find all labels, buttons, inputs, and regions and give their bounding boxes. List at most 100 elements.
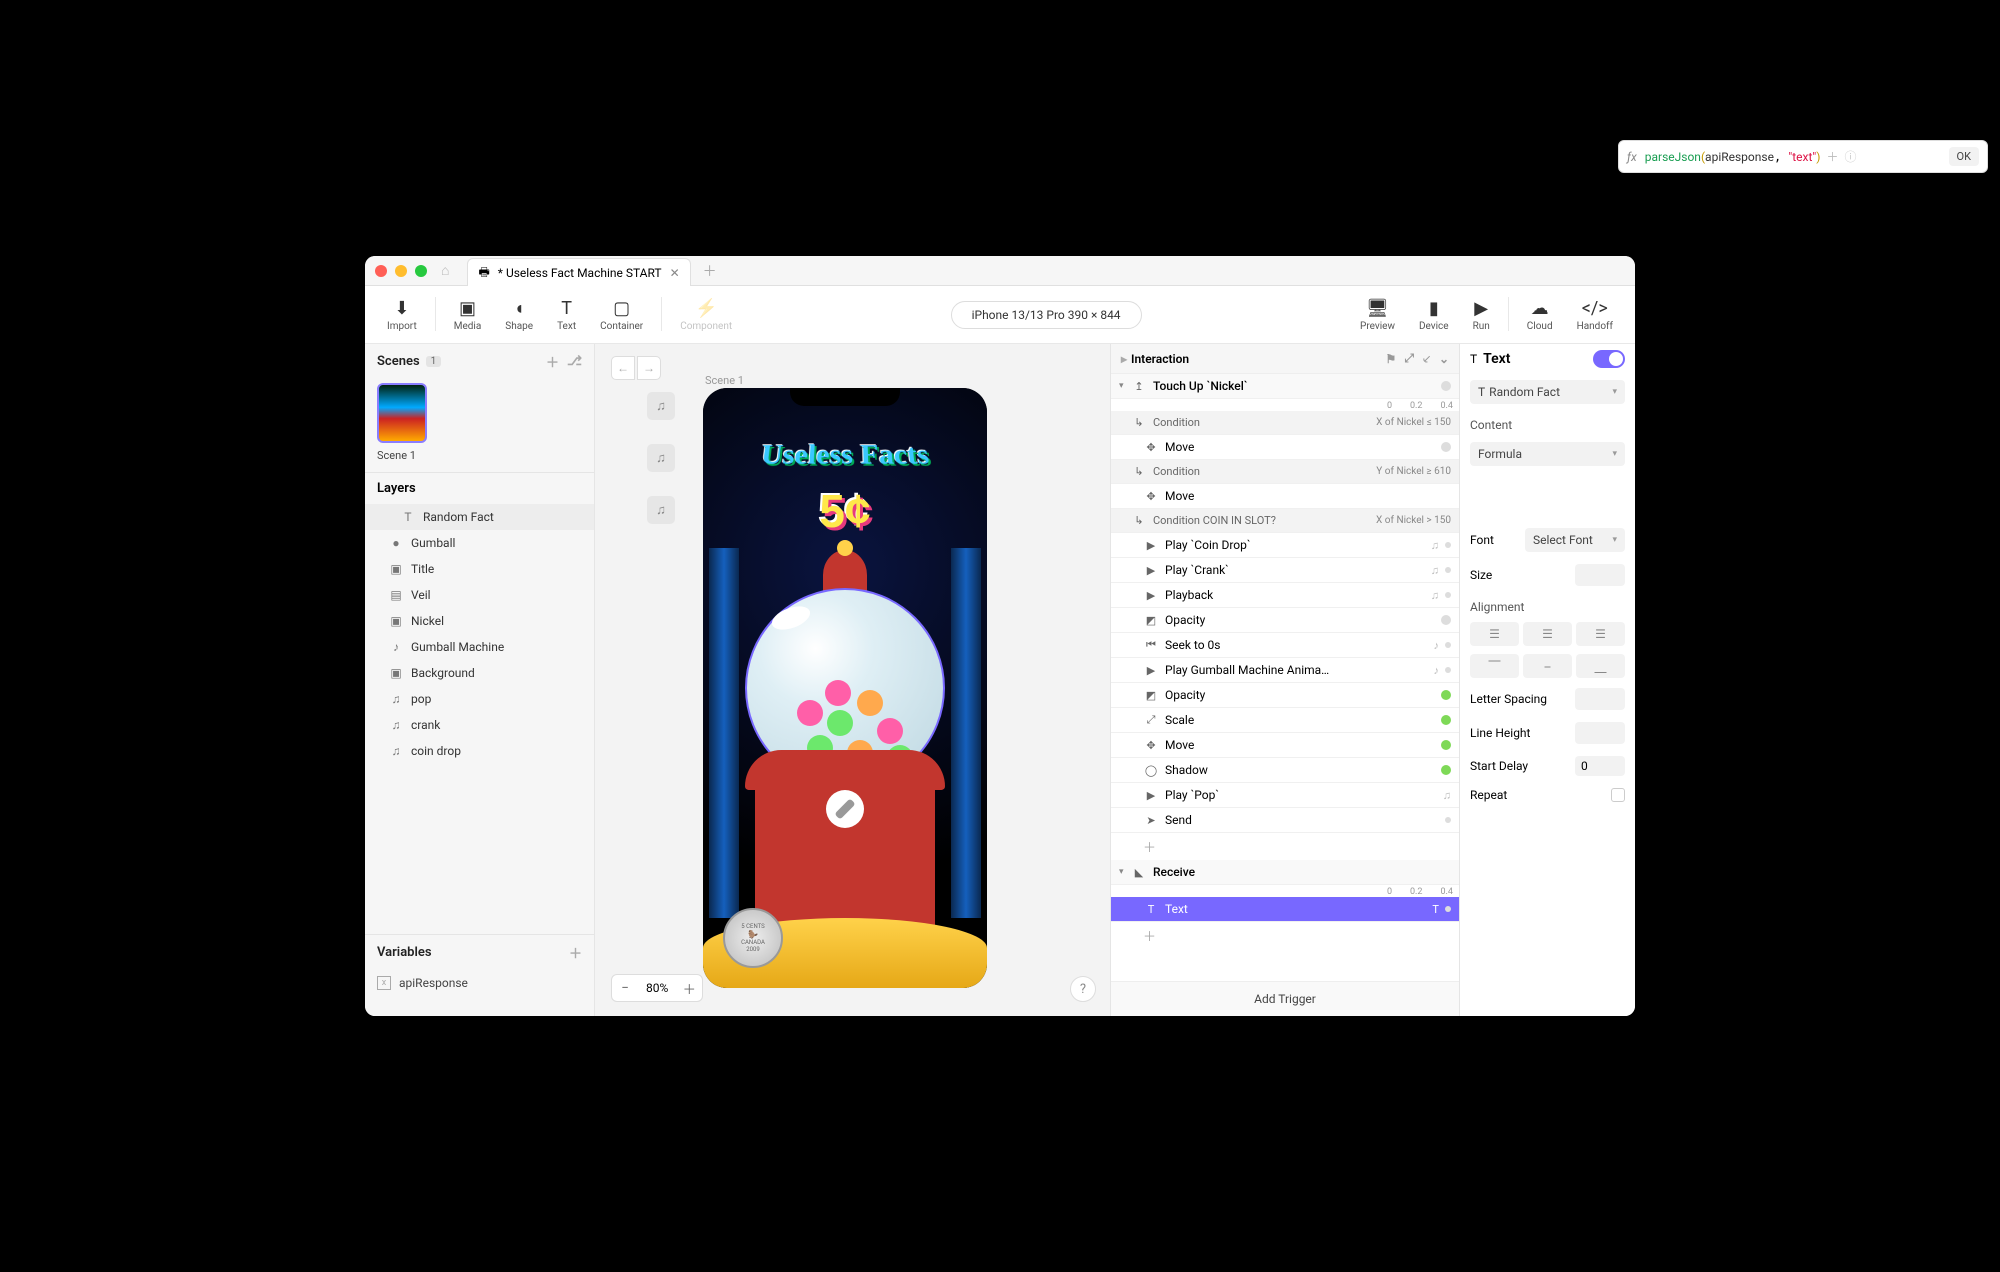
- trigger-header[interactable]: ▾◣Receive: [1111, 860, 1459, 885]
- action-row[interactable]: ◩Opacity: [1111, 608, 1459, 633]
- zoom-window-button[interactable]: [415, 265, 427, 277]
- size-label: Size: [1470, 568, 1492, 582]
- zoom-in-button[interactable]: ＋: [676, 975, 702, 1001]
- font-dropdown[interactable]: Select Font ▾: [1525, 528, 1625, 552]
- condition-row[interactable]: ↳ConditionX of Nickel ≤ 150: [1111, 411, 1459, 435]
- close-tab-icon[interactable]: ✕: [670, 266, 680, 280]
- action-row[interactable]: ⏮Seek to 0s♪: [1111, 633, 1459, 658]
- timeline-dot: [1445, 542, 1451, 548]
- expand-icon[interactable]: ⤢: [1404, 351, 1414, 366]
- action-row[interactable]: ▶Play `Pop`♫: [1111, 783, 1459, 808]
- size-input[interactable]: [1575, 564, 1625, 586]
- nav-back-button[interactable]: ←: [611, 356, 635, 380]
- action-row[interactable]: ➤Send: [1111, 808, 1459, 833]
- add-action-button[interactable]: ＋: [1111, 833, 1459, 860]
- media-button[interactable]: ▣Media: [442, 297, 494, 332]
- action-row[interactable]: ▶Play Gumball Machine Anima…♪: [1111, 658, 1459, 683]
- action-row[interactable]: TTextT: [1111, 897, 1459, 922]
- document-tab[interactable]: 🖶 * Useless Fact Machine START ✕: [467, 258, 690, 288]
- valign-bottom-button[interactable]: ⎽: [1576, 654, 1625, 678]
- scene-settings-icon[interactable]: ⎇: [567, 354, 582, 369]
- layer-type-icon: ♫: [389, 718, 403, 732]
- layer-row[interactable]: ▣Background: [365, 660, 594, 686]
- layer-row[interactable]: ♫pop: [365, 686, 594, 712]
- home-icon[interactable]: ⌂: [441, 262, 449, 279]
- add-action-button[interactable]: ＋: [1111, 922, 1459, 949]
- preview-button[interactable]: 🖥Preview: [1348, 297, 1407, 332]
- layer-row[interactable]: ▣Title: [365, 556, 594, 582]
- action-row[interactable]: ✥Move: [1111, 435, 1459, 460]
- action-row[interactable]: ▶Play `Coin Drop`♫: [1111, 533, 1459, 558]
- layer-row[interactable]: ▣Nickel: [365, 608, 594, 634]
- layer-row[interactable]: ♫coin drop: [365, 738, 594, 764]
- align-right-button[interactable]: ☰: [1576, 622, 1625, 646]
- action-row[interactable]: ✥Move: [1111, 733, 1459, 758]
- shape-button[interactable]: ◖Shape: [493, 297, 545, 332]
- close-window-button[interactable]: [375, 265, 387, 277]
- line-height-input[interactable]: [1575, 722, 1625, 744]
- target-dropdown[interactable]: T Random Fact ▾: [1470, 380, 1625, 404]
- chevron-right-icon[interactable]: ▸: [1121, 352, 1127, 366]
- nav-forward-button[interactable]: →: [637, 356, 661, 380]
- layer-row[interactable]: ●Gumball: [365, 530, 594, 556]
- valign-top-button[interactable]: ⎺: [1470, 654, 1519, 678]
- status-dot: [1441, 615, 1451, 625]
- align-center-button[interactable]: ☰: [1523, 622, 1572, 646]
- layer-row[interactable]: ▤Veil: [365, 582, 594, 608]
- add-trigger-button[interactable]: Add Trigger: [1111, 981, 1459, 1016]
- minimize-window-button[interactable]: [395, 265, 407, 277]
- container-button[interactable]: ▢Container: [588, 297, 655, 332]
- nickel-coin[interactable]: 5 CENTS 🦫 CANADA 2009: [723, 908, 783, 968]
- scene-thumbnail[interactable]: [377, 383, 427, 443]
- action-row[interactable]: ✥Move: [1111, 484, 1459, 509]
- help-button[interactable]: ?: [1070, 976, 1096, 1002]
- layer-row[interactable]: ♫crank: [365, 712, 594, 738]
- zoom-out-button[interactable]: −: [612, 975, 638, 1001]
- timeline-dot: [1445, 817, 1451, 823]
- sound-layer-icon[interactable]: ♫: [647, 496, 675, 524]
- valign-middle-button[interactable]: ⎯: [1523, 654, 1572, 678]
- layer-row[interactable]: ♪Gumball Machine: [365, 634, 594, 660]
- layer-type-icon: ▤: [389, 588, 403, 602]
- text-button[interactable]: TText: [545, 297, 588, 332]
- trigger-header[interactable]: ▾↥Touch Up `Nickel`: [1111, 374, 1459, 399]
- enable-toggle[interactable]: [1593, 350, 1625, 368]
- repeat-checkbox[interactable]: [1611, 788, 1625, 802]
- action-row[interactable]: ▶Play `Crank`♫: [1111, 558, 1459, 583]
- start-delay-input[interactable]: 0: [1575, 756, 1625, 776]
- device-button[interactable]: ▮Device: [1407, 297, 1461, 332]
- layer-label: coin drop: [411, 744, 461, 758]
- content-mode-dropdown[interactable]: Formula ▾: [1470, 442, 1625, 466]
- action-icon: ✥: [1143, 490, 1159, 503]
- condition-row[interactable]: ↳ConditionY of Nickel ≥ 610: [1111, 460, 1459, 484]
- variable-row[interactable]: x apiResponse: [365, 970, 594, 996]
- action-row[interactable]: ◩Opacity: [1111, 683, 1459, 708]
- run-button[interactable]: ▶Run: [1461, 297, 1502, 332]
- timeline-dot: [1445, 567, 1451, 573]
- layer-row[interactable]: TRandom Fact: [365, 504, 594, 530]
- add-variable-icon[interactable]: ＋: [569, 943, 582, 962]
- device-selector[interactable]: iPhone 13/13 Pro 390 × 844: [951, 301, 1142, 329]
- condition-row[interactable]: ↳Condition COIN IN SLOT?X of Nickel > 15…: [1111, 509, 1459, 533]
- sound-layer-icon[interactable]: ♫: [647, 392, 675, 420]
- inspector-title: Text: [1483, 351, 1510, 367]
- align-left-button[interactable]: ☰: [1470, 622, 1519, 646]
- collapse-icon[interactable]: ⌄: [1439, 352, 1449, 366]
- monitor-icon: 🖥: [1366, 297, 1389, 319]
- action-row[interactable]: ▶Playback♫: [1111, 583, 1459, 608]
- letter-spacing-input[interactable]: [1575, 688, 1625, 710]
- device-frame[interactable]: Useless Facts 5¢: [703, 388, 987, 988]
- flag-icon[interactable]: ⚑: [1386, 352, 1397, 366]
- handoff-button[interactable]: </>Handoff: [1565, 297, 1625, 332]
- link-icon[interactable]: ⸔: [1422, 350, 1431, 367]
- scene-label[interactable]: Scene 1: [377, 449, 582, 462]
- add-scene-icon[interactable]: ＋: [546, 352, 559, 371]
- title-graphic: Useless Facts: [703, 439, 987, 471]
- new-tab-button[interactable]: ＋: [703, 261, 717, 281]
- cloud-button[interactable]: ☁Cloud: [1515, 297, 1565, 332]
- action-row[interactable]: ◯Shadow: [1111, 758, 1459, 783]
- import-button[interactable]: ⬇Import: [375, 297, 429, 332]
- action-row[interactable]: ⤢Scale: [1111, 708, 1459, 733]
- sound-layer-icon[interactable]: ♫: [647, 444, 675, 472]
- canvas-area[interactable]: ← → ♫ ♫ ♫ Scene 1 Useless Facts 5¢: [595, 344, 1110, 1016]
